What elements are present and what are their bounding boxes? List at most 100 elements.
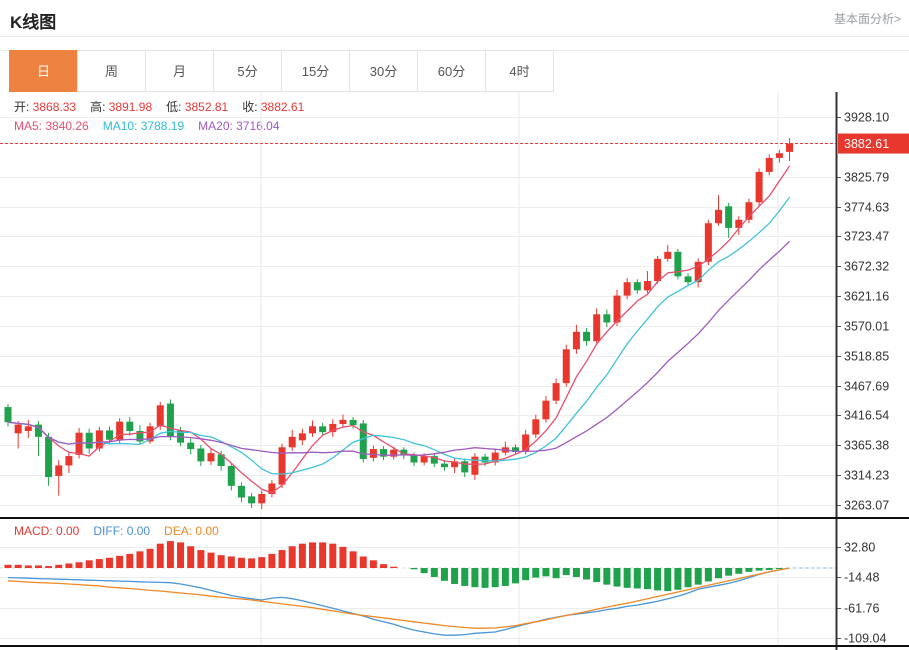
macd-bar: [624, 568, 631, 588]
candle: [725, 206, 732, 228]
candle: [563, 349, 570, 383]
candle: [634, 282, 641, 290]
fundamental-analysis-link[interactable]: 基本面分析>: [834, 10, 901, 27]
tab-4时[interactable]: 4时: [485, 50, 554, 92]
candle: [55, 465, 62, 476]
candle: [339, 420, 346, 424]
macd-bar: [360, 556, 367, 568]
candle: [705, 223, 712, 262]
candle: [624, 282, 631, 295]
macd-bar: [502, 568, 509, 586]
macd-bar: [685, 568, 692, 587]
macd-bar: [542, 568, 549, 576]
candle: [106, 430, 113, 439]
macd-bar: [248, 558, 255, 568]
macd-bar: [279, 550, 286, 568]
macd-bar: [86, 560, 93, 568]
macd-bar: [644, 568, 651, 589]
macd-bar: [208, 553, 215, 568]
candle: [187, 443, 194, 449]
candle: [664, 252, 671, 259]
tab-月[interactable]: 月: [145, 50, 214, 92]
candle: [299, 433, 306, 440]
price-axis-label: 3467.69: [844, 380, 889, 394]
macd-bar: [532, 568, 539, 578]
macd-bar: [309, 542, 316, 568]
macd-bar: [553, 568, 560, 578]
macd-bar: [603, 568, 610, 585]
macd-bar: [705, 568, 712, 581]
candle: [319, 426, 326, 432]
price-axis-label: 3365.38: [844, 439, 889, 453]
candle: [197, 448, 204, 461]
candle: [654, 259, 661, 281]
macd-chart[interactable]: 32.80-14.48-61.76-109.04: [0, 519, 909, 650]
macd-axis-label: 32.80: [844, 541, 875, 555]
macd-bar: [431, 568, 438, 577]
macd-bar: [482, 568, 489, 588]
candle: [238, 486, 245, 498]
diff-line: [8, 568, 790, 635]
macd-bar: [15, 565, 22, 568]
price-axis-label: 3774.63: [844, 201, 889, 215]
macd-bar: [756, 568, 763, 571]
candle: [766, 158, 773, 172]
price-axis-label: 3825.79: [844, 171, 889, 185]
tab-5分[interactable]: 5分: [213, 50, 282, 92]
macd-bar: [725, 568, 732, 576]
macd-bar: [126, 554, 133, 568]
candle: [532, 419, 539, 434]
candle: [603, 314, 610, 322]
macd-bar: [390, 567, 397, 568]
macd-bar: [674, 568, 681, 590]
page-title: K线图: [10, 8, 56, 33]
macd-bar: [563, 568, 570, 575]
tab-30分[interactable]: 30分: [349, 50, 418, 92]
candlestick-chart[interactable]: 3928.103825.793774.633723.473672.323621.…: [0, 92, 909, 519]
macd-bar: [5, 565, 12, 568]
macd-bar: [228, 556, 235, 568]
macd-bar: [167, 541, 174, 568]
macd-bar: [238, 558, 245, 568]
macd-bar: [766, 568, 773, 570]
candle: [86, 433, 93, 449]
ma20-line: [8, 241, 790, 455]
macd-bar: [421, 568, 428, 573]
candle: [76, 433, 83, 455]
candle: [573, 332, 580, 350]
macd-bar: [411, 568, 418, 569]
macd-bar: [512, 568, 519, 583]
candle: [248, 496, 255, 503]
macd-bar: [664, 568, 671, 591]
macd-bar: [715, 568, 722, 578]
macd-bar: [451, 568, 458, 584]
macd-bar: [634, 568, 641, 588]
tab-周[interactable]: 周: [77, 50, 146, 92]
macd-bar: [492, 568, 499, 587]
macd-bar: [45, 566, 52, 568]
candle: [776, 153, 783, 158]
interval-tab-bar: 日周月5分15分30分60分4时: [10, 50, 554, 92]
macd-bar: [614, 568, 621, 587]
macd-bar: [76, 562, 83, 568]
macd-bar: [218, 555, 225, 568]
price-axis-label: 3928.10: [844, 111, 889, 125]
macd-bar: [299, 544, 306, 568]
price-axis-label: 3621.16: [844, 290, 889, 304]
price-axis-label: 3570.01: [844, 320, 889, 334]
macd-bar: [187, 546, 194, 568]
candle: [735, 220, 742, 228]
macd-bar: [289, 546, 296, 568]
candle: [157, 405, 164, 426]
candle: [685, 276, 692, 282]
tab-60分[interactable]: 60分: [417, 50, 486, 92]
ma10-line: [8, 197, 790, 474]
candle: [258, 494, 265, 503]
macd-bar: [197, 550, 204, 568]
candle: [553, 383, 560, 401]
macd-bar: [593, 568, 600, 582]
tab-15分[interactable]: 15分: [281, 50, 350, 92]
candle: [370, 449, 377, 458]
candle: [228, 466, 235, 486]
tab-日[interactable]: 日: [9, 50, 78, 92]
